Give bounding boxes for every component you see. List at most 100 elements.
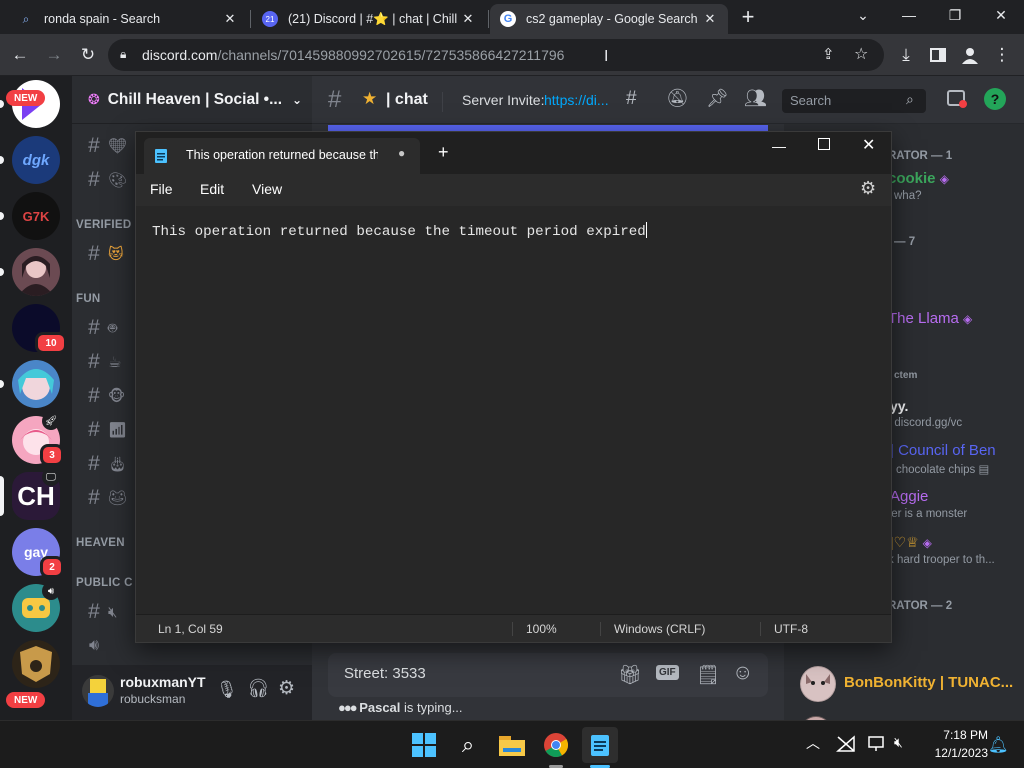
line-ending[interactable]: Windows (CRLF): [614, 622, 705, 636]
chat-header: # ★ | chat Server Invite: https://di... …: [312, 76, 1024, 124]
browser-tab-discord[interactable]: 21 (21) Discord | #⭐ | chat | Chill He ✕: [252, 4, 486, 34]
settings-gear-icon[interactable]: ⚙: [860, 178, 876, 199]
file-explorer-icon[interactable]: [494, 727, 530, 763]
member-decoration[interactable]: |♡♕ ◈: [890, 534, 932, 551]
browser-tab-google[interactable]: G cs2 gameplay - Google Search ✕: [490, 4, 728, 34]
user-panel: robuxmanYT robucksman 🎙︎ 🎧︎ ⚙: [72, 665, 312, 720]
tab-search-icon[interactable]: ⌄: [840, 0, 886, 30]
mic-muted-icon[interactable]: 🎙︎: [216, 680, 238, 700]
menu-icon[interactable]: ⋮: [988, 41, 1016, 69]
member-name-visible[interactable]: BonBonKitty | TUNAC...: [844, 674, 1013, 691]
help-icon[interactable]: ?: [984, 88, 1006, 110]
profile-icon[interactable]: [956, 41, 984, 69]
category-fun[interactable]: FUN: [76, 293, 101, 305]
settings-gear-icon[interactable]: ⚙: [278, 677, 295, 700]
avatar[interactable]: [82, 675, 114, 707]
server-icon-anime[interactable]: [12, 360, 60, 408]
search-placeholder: Search: [790, 93, 832, 108]
member-item[interactable]: cookie ◈: [888, 170, 949, 187]
server-icon-g7k[interactable]: G7K: [12, 192, 60, 240]
category-heaven[interactable]: HEAVEN: [76, 537, 125, 549]
forward-icon[interactable]: →: [40, 41, 68, 69]
server-header[interactable]: ❂ Chill Heaven | Social •... ⌄: [72, 76, 312, 124]
members-icon[interactable]: 👥︎: [744, 88, 767, 109]
threads-icon[interactable]: #: [626, 88, 637, 110]
share-icon[interactable]: ⇪: [822, 45, 835, 63]
gem-icon: ◈: [939, 172, 949, 186]
clock-time[interactable]: 7:18 PM: [918, 728, 988, 742]
message-composer[interactable]: Street: 3533 🎁︎ GIF 🗒︎ ☺: [328, 653, 768, 697]
server-icon-dgk[interactable]: dgk: [12, 136, 60, 184]
gif-icon[interactable]: GIF: [656, 665, 679, 680]
zoom-level[interactable]: 100%: [526, 622, 557, 636]
notification-bell-icon[interactable]: 🔔︎: [988, 735, 1008, 755]
windows-taskbar: ⌕ ︿ 🔇︎ 7:18 PM 12/1/2023 🔔︎: [0, 720, 1024, 768]
invite-link[interactable]: https://di...: [544, 92, 609, 108]
minimize-icon[interactable]: —: [886, 0, 932, 30]
pin-icon[interactable]: 📌︎: [706, 88, 729, 109]
menu-edit[interactable]: Edit: [200, 181, 224, 197]
headphones-icon[interactable]: 🎧︎: [247, 678, 270, 699]
display-icon[interactable]: [868, 735, 888, 753]
reload-icon[interactable]: ↻: [74, 41, 102, 69]
member-name: cookie: [888, 170, 936, 187]
start-button[interactable]: [406, 727, 442, 763]
member-item[interactable]: The Llama ◈: [888, 310, 972, 327]
bookmark-star-icon[interactable]: ☆: [854, 44, 868, 64]
side-panel-icon[interactable]: [924, 41, 952, 69]
notepad-icon: [154, 148, 168, 164]
topic-label: Server Invite:: [462, 92, 545, 108]
close-icon[interactable]: ✕: [702, 11, 718, 27]
maximize-icon[interactable]: [818, 138, 830, 150]
close-icon[interactable]: ✕: [460, 11, 476, 27]
new-tab-button[interactable]: +: [736, 6, 760, 30]
text-cursor: [645, 222, 647, 238]
member-status: ter is a monster: [888, 508, 968, 520]
back-icon[interactable]: ←: [6, 41, 34, 69]
notepad-taskbar-icon[interactable]: [582, 727, 618, 763]
restore-icon[interactable]: ❐: [932, 0, 978, 30]
hash-icon: #: [88, 452, 100, 475]
member-name[interactable]: | Council of Ben: [890, 442, 996, 459]
menu-view[interactable]: View: [252, 181, 282, 197]
editor-content: This operation returned because the time…: [152, 224, 646, 240]
encoding[interactable]: UTF-8: [774, 622, 808, 636]
role-header: ctem: [894, 370, 918, 381]
category-public[interactable]: PUBLIC C: [76, 577, 133, 589]
member-status: wha?: [894, 190, 922, 202]
tray-chevron-up-icon[interactable]: ︿: [806, 733, 820, 753]
download-icon[interactable]: ⤓: [892, 41, 920, 69]
new-tab-button[interactable]: +: [438, 142, 449, 163]
clock-date[interactable]: 12/1/2023: [918, 746, 988, 760]
server-icon-paw[interactable]: [12, 640, 60, 688]
search-input[interactable]: Search ⌕: [782, 89, 926, 113]
emoji-icon[interactable]: ☺: [732, 661, 753, 685]
search-icon[interactable]: ⌕: [450, 727, 486, 763]
notepad-tab[interactable]: This operation returned because th ●: [144, 138, 420, 174]
minimize-icon[interactable]: —: [772, 138, 786, 154]
browser-tab-search[interactable]: ⌕ ronda spain - Search ✕: [8, 4, 248, 34]
category-verified[interactable]: VERIFIED: [76, 219, 131, 231]
hash-icon: #: [88, 242, 100, 265]
close-window-icon[interactable]: ✕: [978, 0, 1024, 30]
message-input[interactable]: Street: 3533: [344, 665, 426, 682]
close-icon[interactable]: ✕: [862, 135, 875, 155]
notepad-editor[interactable]: This operation returned because the time…: [136, 206, 891, 614]
chrome-icon[interactable]: [538, 727, 574, 763]
address-bar[interactable]: 🔒︎ discord.com/channels/7014598809927026…: [108, 39, 884, 71]
inbox-icon[interactable]: [946, 88, 968, 110]
sticker-icon[interactable]: 🗒︎: [696, 663, 720, 687]
menu-file[interactable]: File: [150, 181, 173, 197]
avatar[interactable]: [800, 666, 836, 702]
mouse-cursor-icon: I: [604, 48, 609, 65]
notepad-titlebar: This operation returned because th ● + —…: [136, 132, 891, 174]
network-icon[interactable]: [836, 735, 856, 753]
member-name[interactable]: yy.: [890, 398, 908, 414]
volume-muted-icon[interactable]: 🔇︎: [894, 734, 903, 751]
member-name[interactable]: Aggie: [890, 488, 928, 505]
unsaved-dot-icon[interactable]: ●: [398, 146, 405, 160]
notification-muted-icon[interactable]: 🔕︎: [666, 88, 689, 109]
close-icon[interactable]: ✕: [222, 11, 238, 27]
gift-icon[interactable]: 🎁︎: [618, 663, 642, 687]
server-icon-avatar[interactable]: [12, 248, 60, 296]
